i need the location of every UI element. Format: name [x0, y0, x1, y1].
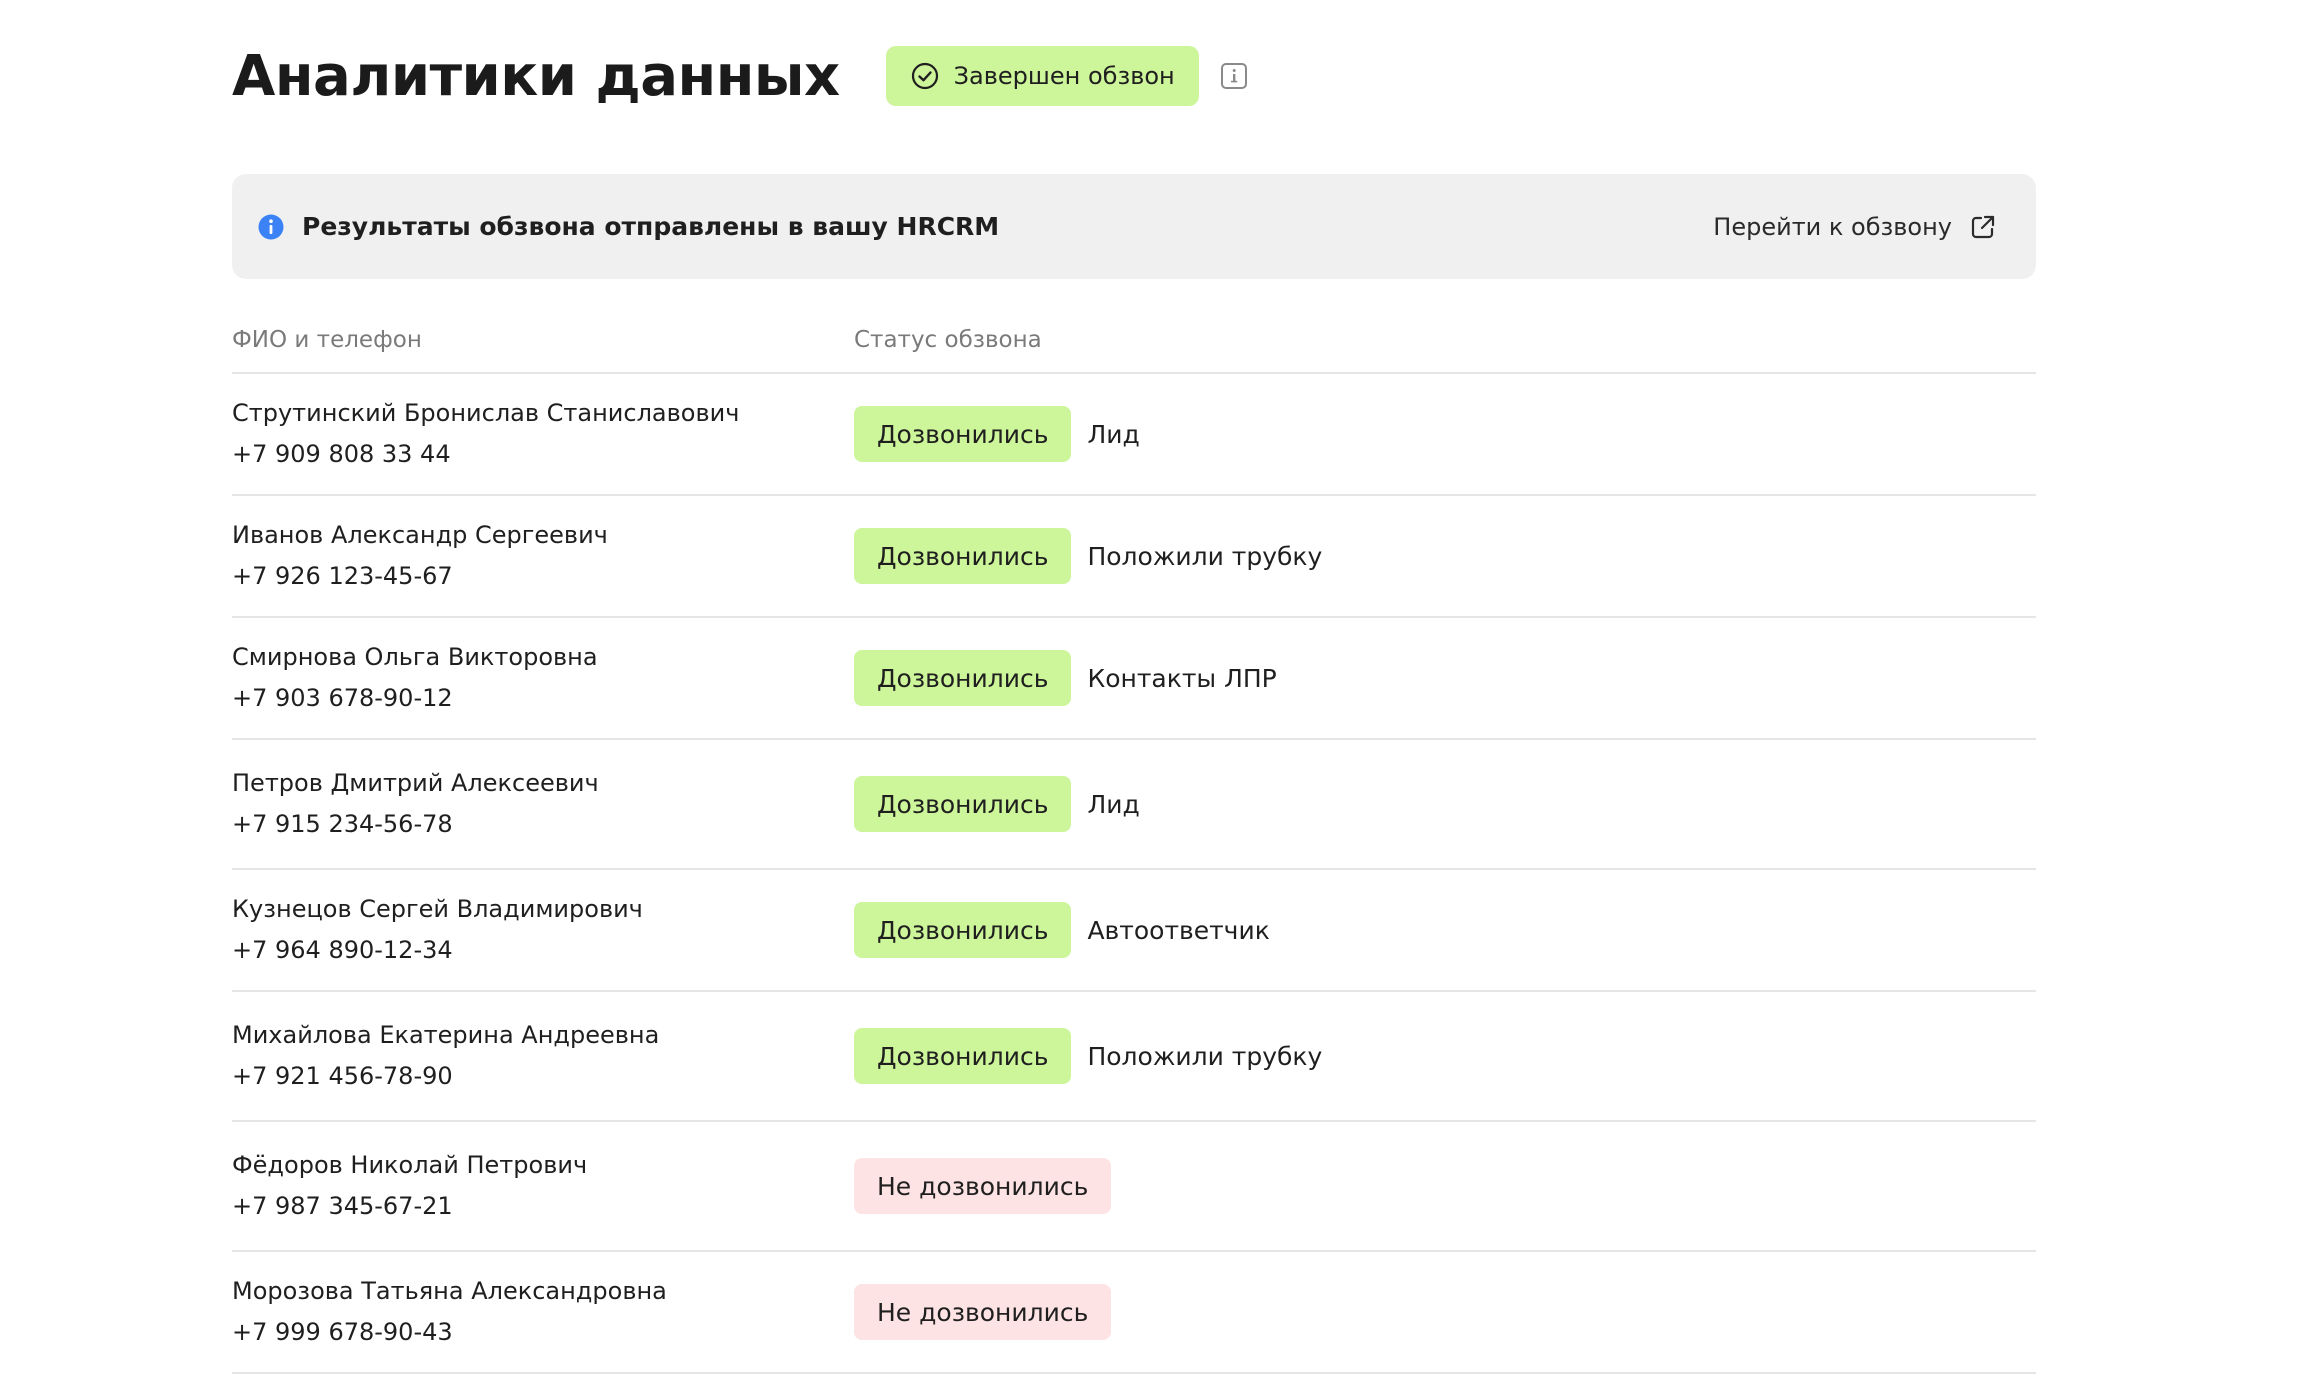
page-title: Аналитики данных [232, 43, 840, 109]
contact-phone: +7 903 678-90-12 [232, 684, 453, 712]
table-header: ФИО и телефон Статус обзвона [232, 308, 2036, 374]
call-status-badge: Дозвонились [854, 902, 1072, 958]
info-square-icon[interactable] [1219, 61, 1249, 91]
contact-name: Кузнецов Сергей Владимирович [232, 895, 643, 923]
contact-phone: +7 915 234-56-78 [232, 810, 453, 838]
contact-cell: Михайлова Екатерина Андреевна +7 921 456-… [232, 1015, 854, 1097]
external-link-icon [1968, 212, 1998, 242]
contact-name: Морозова Татьяна Александровна [232, 1277, 667, 1305]
call-result: Лид [1087, 789, 1140, 819]
call-status-badge: Дозвонились [854, 776, 1072, 832]
status-cell: Не дозвонились [854, 1284, 2036, 1340]
contact-cell: Струтинский Бронислав Станиславович +7 90… [232, 393, 854, 475]
status-cell: Дозвонились Лид [854, 776, 2036, 832]
contact-phone: +7 999 678-90-43 [232, 1318, 453, 1346]
contact-phone: +7 987 345-67-21 [232, 1192, 453, 1220]
table-row[interactable]: Кузнецов Сергей Владимирович +7 964 890-1… [232, 870, 2036, 992]
call-status-badge: Не дозвонились [854, 1158, 1112, 1214]
contact-phone: +7 964 890-12-34 [232, 936, 453, 964]
call-result: Автоответчик [1087, 915, 1270, 945]
call-status-badge: Дозвонились [854, 650, 1072, 706]
contact-cell: Кузнецов Сергей Владимирович +7 964 890-1… [232, 889, 854, 971]
call-result: Положили трубку [1087, 1041, 1323, 1071]
call-status-badge: Дозвонились [854, 528, 1072, 584]
table-row[interactable]: Смирнова Ольга Викторовна +7 903 678-90-1… [232, 618, 2036, 740]
results-table: ФИО и телефон Статус обзвона Струтинский… [232, 308, 2036, 1374]
table-row[interactable]: Михайлова Екатерина Андреевна +7 921 456-… [232, 992, 2036, 1122]
call-result: Контакты ЛПР [1087, 663, 1277, 693]
crm-sync-banner: Результаты обзвона отправлены в вашу HRC… [232, 174, 2036, 279]
contact-cell: Фёдоров Николай Петрович +7 987 345-67-21 [232, 1145, 854, 1227]
contact-cell: Морозова Татьяна Александровна +7 999 678… [232, 1271, 854, 1353]
campaign-status-badge: Завершен обзвон [885, 46, 1199, 106]
status-cell: Дозвонились Положили трубку [854, 1028, 2036, 1084]
table-row[interactable]: Морозова Татьяна Александровна +7 999 678… [232, 1252, 2036, 1374]
contact-name: Фёдоров Николай Петрович [232, 1151, 588, 1179]
table-row[interactable]: Петров Дмитрий Алексеевич +7 915 234-56-7… [232, 740, 2036, 870]
go-to-campaign-label: Перейти к обзвону [1713, 212, 1952, 241]
call-result: Лид [1087, 419, 1140, 449]
table-body: Струтинский Бронислав Станиславович +7 90… [232, 374, 2036, 1374]
status-cell: Дозвонились Лид [854, 406, 2036, 462]
contact-phone: +7 921 456-78-90 [232, 1062, 453, 1090]
contact-cell: Смирнова Ольга Викторовна +7 903 678-90-1… [232, 637, 854, 719]
table-row[interactable]: Струтинский Бронислав Станиславович +7 90… [232, 374, 2036, 496]
column-header-status: Статус обзвона [854, 327, 1042, 353]
status-cell: Дозвонились Положили трубку [854, 528, 2036, 584]
contact-name: Струтинский Бронислав Станиславович [232, 399, 740, 427]
call-status-badge: Дозвонились [854, 406, 1072, 462]
call-status-badge: Дозвонились [854, 1028, 1072, 1084]
page-header: Аналитики данных Завершен обзвон [232, 28, 1249, 124]
contact-name: Петров Дмитрий Алексеевич [232, 769, 599, 797]
banner-message: Результаты обзвона отправлены в вашу HRC… [302, 212, 1000, 241]
check-circle-icon [910, 61, 940, 91]
call-status-badge: Не дозвонились [854, 1284, 1112, 1340]
column-header-name: ФИО и телефон [232, 327, 422, 353]
contact-phone: +7 909 808 33 44 [232, 440, 451, 468]
contact-name: Иванов Александр Сергеевич [232, 521, 608, 549]
info-circle-icon [256, 212, 286, 242]
go-to-campaign-link[interactable]: Перейти к обзвону [1713, 212, 1998, 242]
call-result: Положили трубку [1087, 541, 1323, 571]
table-row[interactable]: Иванов Александр Сергеевич +7 926 123-45-… [232, 496, 2036, 618]
status-cell: Дозвонились Автоответчик [854, 902, 2036, 958]
contact-name: Михайлова Екатерина Андреевна [232, 1021, 660, 1049]
status-cell: Дозвонились Контакты ЛПР [854, 650, 2036, 706]
table-row[interactable]: Фёдоров Николай Петрович +7 987 345-67-21… [232, 1122, 2036, 1252]
contact-phone: +7 926 123-45-67 [232, 562, 453, 590]
contact-cell: Петров Дмитрий Алексеевич +7 915 234-56-7… [232, 763, 854, 845]
contact-name: Смирнова Ольга Викторовна [232, 643, 598, 671]
status-cell: Не дозвонились [854, 1158, 2036, 1214]
contact-cell: Иванов Александр Сергеевич +7 926 123-45-… [232, 515, 854, 597]
campaign-status-label: Завершен обзвон [953, 62, 1175, 90]
